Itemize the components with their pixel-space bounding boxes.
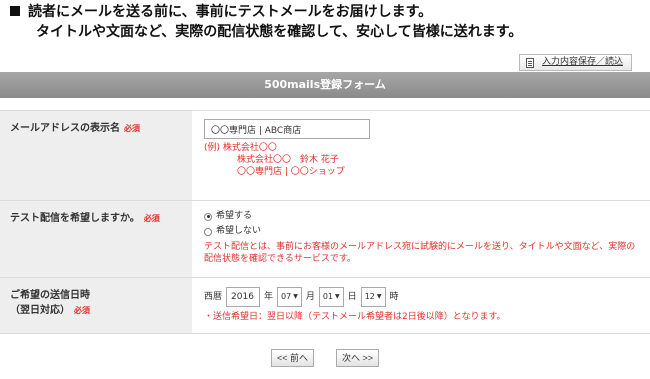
chevron-down-icon: ▼ bbox=[376, 293, 382, 300]
send-date-label: ご希望の送信日時 bbox=[10, 290, 90, 301]
save-load-button[interactable]: 入力内容保存／読込 bbox=[518, 54, 632, 71]
hour-unit: 時 bbox=[389, 291, 399, 302]
prev-button[interactable]: << 前へ bbox=[270, 349, 314, 367]
month-value: 07 bbox=[281, 292, 292, 301]
month-select[interactable]: 07 ▼ bbox=[277, 287, 302, 307]
radio-label-yes: 希望する bbox=[216, 211, 253, 221]
save-load-label: 入力内容保存／読込 bbox=[541, 57, 623, 67]
display-name-input[interactable] bbox=[204, 119, 370, 139]
intro-line-2: タイトルや文面など、実際の配信状態を確認して、安心して皆様に送れます。 bbox=[36, 24, 523, 40]
hour-select[interactable]: 12 ▼ bbox=[360, 287, 386, 307]
era-label: 西暦 bbox=[204, 291, 223, 302]
display-name-examples: (例) 株式会社〇〇 株式会社〇〇 鈴木 花子 〇〇専門店 | 〇〇ショップ bbox=[204, 142, 640, 178]
intro-line-1: 読者にメールを送る前に、事前にテストメールをお届けします。 bbox=[28, 4, 433, 20]
test-delivery-label-cell: テスト配信を希望しますか。 必須 bbox=[0, 201, 192, 277]
radio-unselected-icon[interactable] bbox=[204, 227, 212, 236]
example-1: 株式会社〇〇 bbox=[222, 143, 277, 153]
year-input[interactable]: 2016 bbox=[226, 287, 261, 307]
send-date-row: ご希望の送信日時 （翌日対応） 必須 西暦 2016 年 07 ▼ 月 01 ▼ 日 … bbox=[0, 278, 650, 334]
year-unit: 年 bbox=[264, 291, 274, 302]
radio-option-no[interactable]: 希望しない bbox=[204, 224, 640, 239]
document-icon bbox=[525, 57, 534, 68]
form-navigation: << 前へ 次へ >> bbox=[0, 349, 650, 367]
send-date-label-cell: ご希望の送信日時 （翌日対応） 必須 bbox=[0, 278, 192, 333]
day-value: 01 bbox=[322, 292, 334, 301]
example-3: 〇〇専門店 | 〇〇ショップ bbox=[237, 167, 345, 177]
form-title: 500mails登録フォーム bbox=[0, 72, 650, 98]
test-delivery-note: テスト配信とは、事前にお客様のメールアドレス宛に試験的にメールを送り、タイトルや… bbox=[204, 242, 636, 264]
radio-option-yes[interactable]: 希望する bbox=[204, 209, 640, 224]
intro-text: 読者にメールを送る前に、事前にテストメールをお届けします。 タイトルや文面など、… bbox=[10, 2, 640, 42]
required-badge: 必須 bbox=[143, 214, 160, 223]
example-2: 株式会社〇〇 鈴木 花子 bbox=[237, 155, 339, 165]
display-name-label: メールアドレスの表示名 bbox=[10, 123, 120, 134]
test-delivery-label: テスト配信を希望しますか。 bbox=[10, 213, 140, 224]
send-date-note: ・送信希望日：翌日以降（テストメール希望者は2日後以降）となります。 bbox=[204, 312, 506, 322]
chevron-down-icon: ▼ bbox=[335, 293, 340, 300]
day-select[interactable]: 01 ▼ bbox=[318, 287, 344, 307]
send-date-sublabel: （翌日対応） bbox=[10, 305, 70, 316]
chevron-down-icon: ▼ bbox=[293, 293, 298, 300]
required-badge: 必須 bbox=[124, 124, 140, 133]
square-bullet-icon bbox=[10, 6, 20, 16]
send-date-controls: 西暦 2016 年 07 ▼ 月 01 ▼ 日 12 ▼ 時 bbox=[204, 286, 640, 308]
registration-form: メールアドレスの表示名必須 (例) 株式会社〇〇 株式会社〇〇 鈴木 花子 〇〇… bbox=[0, 110, 650, 334]
display-name-row: メールアドレスの表示名必須 (例) 株式会社〇〇 株式会社〇〇 鈴木 花子 〇〇… bbox=[0, 111, 650, 201]
example-prefix: (例) bbox=[204, 143, 221, 153]
radio-label-no: 希望しない bbox=[216, 226, 262, 236]
hour-value: 12 bbox=[364, 292, 375, 301]
next-button[interactable]: 次へ >> bbox=[336, 349, 380, 367]
day-unit: 日 bbox=[347, 291, 357, 302]
month-unit: 月 bbox=[305, 291, 315, 302]
radio-selected-icon[interactable] bbox=[204, 212, 212, 221]
display-name-label-cell: メールアドレスの表示名 必須 bbox=[0, 111, 192, 200]
required-badge: 必須 bbox=[74, 306, 90, 315]
test-delivery-row: テスト配信を希望しますか。 必須 希望する 希望しない テスト配信とは、事前にお客… bbox=[0, 201, 650, 278]
